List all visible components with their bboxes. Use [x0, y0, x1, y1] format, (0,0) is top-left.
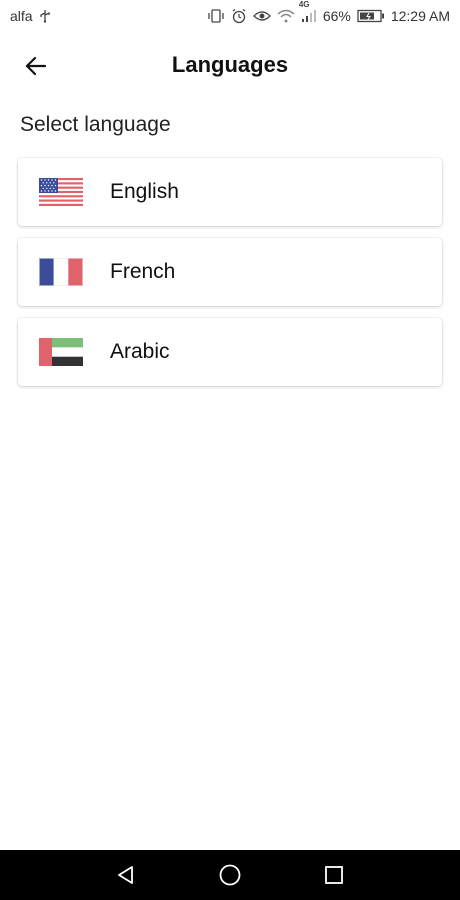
network-type-label: 4G	[298, 0, 310, 9]
section-label: Select language	[20, 113, 171, 136]
page-title: Languages	[171, 52, 289, 77]
status-bar: alfa 4G 66% 12:29 AM	[0, 0, 460, 32]
nav-back-button[interactable]	[111, 860, 141, 890]
battery-icon	[357, 9, 385, 23]
language-name: Arabic	[110, 340, 170, 363]
language-name: English	[110, 180, 179, 203]
clock: 12:29 AM	[390, 8, 450, 24]
battery-percent: 66%	[322, 8, 351, 24]
carrier-label: alfa	[10, 8, 33, 24]
language-list: English French Arabic	[18, 158, 442, 398]
nav-home-button[interactable]	[215, 860, 245, 890]
status-right: 4G 66% 12:29 AM	[207, 0, 450, 24]
language-option-english[interactable]: English	[18, 158, 442, 226]
recents-square-icon	[325, 866, 343, 884]
usb-icon	[39, 9, 51, 23]
wifi-icon	[277, 9, 295, 23]
us-flag-icon	[39, 178, 83, 206]
france-flag-icon	[39, 258, 83, 286]
language-option-arabic[interactable]: Arabic	[18, 318, 442, 386]
alarm-icon	[231, 8, 247, 24]
nav-recents-button[interactable]	[319, 860, 349, 890]
vibrate-icon	[207, 9, 225, 23]
home-circle-icon	[219, 864, 241, 886]
signal-icon: 4G	[299, 0, 317, 23]
status-left: alfa	[10, 8, 51, 24]
language-name: French	[110, 260, 176, 283]
eye-icon	[252, 9, 271, 23]
system-nav-bar	[0, 850, 460, 900]
back-triangle-icon	[118, 866, 133, 884]
app-bar: Languages	[0, 32, 460, 98]
language-option-french[interactable]: French	[18, 238, 442, 306]
uae-flag-icon	[39, 338, 83, 366]
